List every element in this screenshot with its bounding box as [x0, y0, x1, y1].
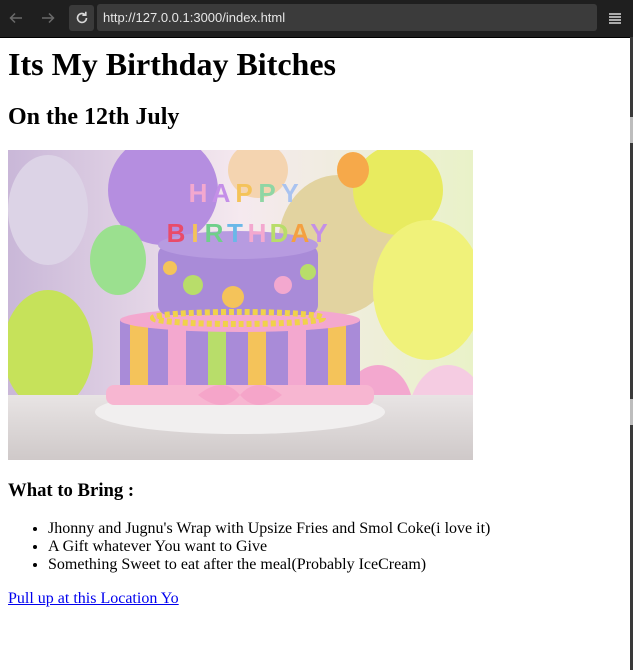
- svg-text:H: H: [189, 178, 208, 208]
- list-item: A Gift whatever You want to Give: [48, 538, 490, 556]
- svg-text:I: I: [191, 218, 198, 248]
- browser-toolbar: http://127.0.0.1:3000/index.html: [0, 0, 633, 38]
- list-item: Jhonny and Jugnu's Wrap with Upsize Frie…: [48, 520, 490, 538]
- svg-text:H: H: [248, 218, 267, 248]
- address-bar[interactable]: http://127.0.0.1:3000/index.html: [97, 4, 597, 31]
- back-button[interactable]: [4, 6, 28, 30]
- location-link[interactable]: Pull up at this Location Yo: [8, 590, 179, 608]
- birthday-cake-image: H A P P Y B I R T H D A Y: [8, 150, 473, 460]
- arrow-right-icon: [40, 10, 56, 26]
- svg-text:P: P: [235, 178, 252, 208]
- reload-icon: [74, 10, 90, 26]
- date-heading: On the 12th July: [8, 104, 180, 130]
- svg-text:Y: Y: [310, 218, 327, 248]
- page-title: Its My Birthday Bitches: [8, 46, 336, 82]
- svg-text:B: B: [167, 218, 186, 248]
- bring-list: Jhonny and Jugnu's Wrap with Upsize Frie…: [8, 520, 490, 574]
- svg-text:P: P: [258, 178, 275, 208]
- list-item: Something Sweet to eat after the meal(Pr…: [48, 556, 490, 574]
- svg-text:A: A: [212, 178, 231, 208]
- svg-text:R: R: [205, 218, 224, 248]
- reload-button[interactable]: [69, 5, 94, 31]
- svg-text:A: A: [291, 218, 310, 248]
- svg-text:D: D: [270, 218, 289, 248]
- forward-button[interactable]: [36, 6, 60, 30]
- svg-text:T: T: [227, 218, 243, 248]
- svg-text:Y: Y: [281, 178, 298, 208]
- arrow-left-icon: [8, 10, 24, 26]
- what-to-bring-heading: What to Bring :: [8, 480, 135, 501]
- hamburger-menu-icon: [607, 10, 623, 26]
- menu-button[interactable]: [603, 6, 627, 30]
